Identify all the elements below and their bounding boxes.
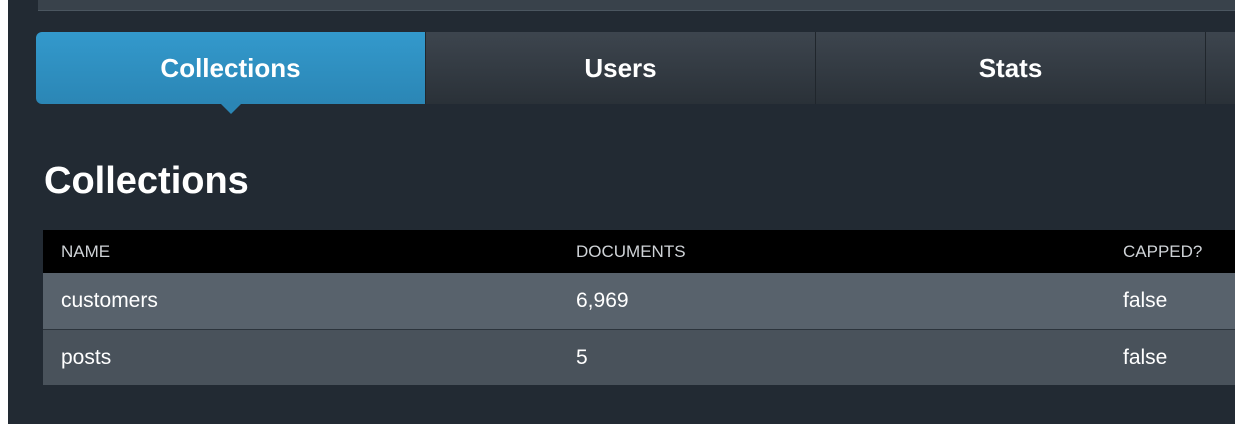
table-header: NAME DOCUMENTS CAPPED?: [43, 230, 1235, 273]
document-count: 5: [576, 345, 588, 369]
column-header-documents[interactable]: DOCUMENTS: [558, 242, 1105, 262]
tab-more[interactable]: [1206, 32, 1235, 104]
app-frame: Collections Users Stats Collections NAME…: [8, 0, 1235, 424]
capped-value: false: [1123, 345, 1168, 369]
collections-table: NAME DOCUMENTS CAPPED? customers 6,969 f…: [43, 230, 1235, 385]
table-row[interactable]: posts 5 false: [43, 329, 1235, 385]
column-header-capped[interactable]: CAPPED?: [1105, 242, 1235, 262]
document-count: 6,969: [576, 289, 629, 312]
tab-stats[interactable]: Stats: [816, 32, 1206, 104]
tab-bar: Collections Users Stats: [36, 32, 1235, 114]
table-row[interactable]: customers 6,969 false: [43, 273, 1235, 329]
tab-users[interactable]: Users: [426, 32, 816, 104]
collection-name[interactable]: posts: [43, 346, 558, 370]
capped-value: false: [1123, 289, 1168, 312]
page-title: Collections: [44, 160, 249, 202]
collection-name[interactable]: customers: [43, 289, 558, 313]
column-header-name[interactable]: NAME: [43, 242, 558, 262]
tab-collections[interactable]: Collections: [36, 32, 426, 114]
top-bar: [38, 0, 1235, 11]
